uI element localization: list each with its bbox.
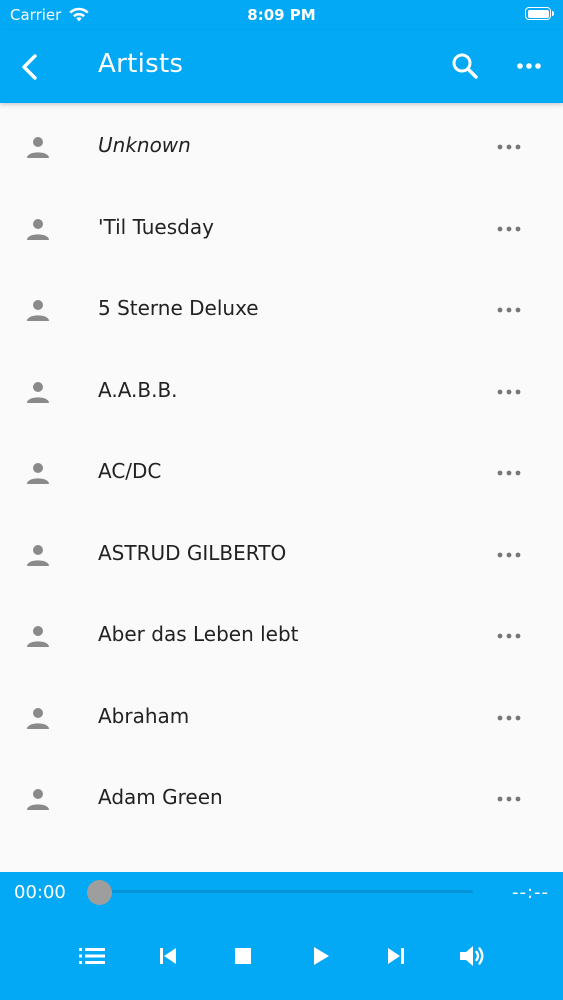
artist-name: ASTRUD GILBERTO: [98, 540, 287, 565]
page-title: Artists: [98, 49, 184, 79]
skip-previous-icon[interactable]: [152, 940, 184, 972]
person-icon: [27, 463, 49, 484]
battery-icon: [525, 7, 554, 20]
artist-row[interactable]: A.A.B.B.: [0, 348, 563, 430]
queue-list-icon[interactable]: [76, 940, 108, 972]
status-bar: Carrier 8:09 PM: [0, 0, 563, 30]
status-time: 8:09 PM: [247, 6, 316, 24]
artist-row[interactable]: Aber das Leben lebt: [0, 592, 563, 674]
current-time: 00:00: [14, 882, 66, 903]
artist-row[interactable]: Abraham: [0, 674, 563, 756]
seek-thumb[interactable]: [86, 880, 112, 905]
row-more-icon[interactable]: [494, 217, 524, 241]
artist-row[interactable]: 'Til Tuesday: [0, 185, 563, 267]
person-icon: [27, 707, 49, 729]
artist-list: Unknown 'Til Tuesday 5 Sterne Deluxe A.A…: [0, 103, 563, 837]
artist-name: Adam Green: [98, 785, 223, 809]
row-more-icon[interactable]: [494, 706, 524, 730]
artist-name: 'Til Tuesday: [98, 214, 214, 239]
duration: --:--: [511, 882, 549, 903]
person-icon: [27, 381, 49, 403]
more-options-icon[interactable]: [512, 49, 546, 83]
skip-next-icon[interactable]: [380, 940, 412, 972]
artist-row[interactable]: ASTRUD GILBERTO: [0, 511, 563, 593]
artist-name: AC/DC: [98, 459, 162, 483]
person-icon: [27, 137, 49, 158]
search-icon[interactable]: [448, 49, 482, 83]
person-icon: [27, 544, 49, 566]
row-more-icon[interactable]: [494, 298, 524, 322]
artist-name: Unknown: [98, 133, 191, 157]
artist-name: 5 Sterne Deluxe: [98, 296, 259, 320]
artist-name: Aber das Leben lebt: [98, 622, 299, 646]
artist-row[interactable]: Adam Green: [0, 755, 563, 837]
row-more-icon[interactable]: [494, 380, 524, 404]
artist-name: Abraham: [98, 703, 190, 728]
play-icon[interactable]: [304, 940, 336, 972]
row-more-icon[interactable]: [494, 543, 524, 567]
person-icon: [27, 300, 49, 321]
volume-icon[interactable]: [456, 940, 488, 972]
back-chevron-icon[interactable]: [14, 50, 48, 84]
seek-track[interactable]: [99, 890, 473, 893]
row-more-icon[interactable]: [494, 135, 524, 159]
person-icon: [27, 626, 49, 647]
row-more-icon[interactable]: [494, 624, 524, 648]
artist-row[interactable]: Unknown: [0, 103, 563, 185]
artist-row[interactable]: AC/DC: [0, 429, 563, 511]
artist-row[interactable]: 5 Sterne Deluxe: [0, 266, 563, 348]
app-bar: Artists: [0, 30, 563, 103]
person-icon: [27, 789, 49, 810]
row-more-icon[interactable]: [494, 461, 524, 485]
stop-icon[interactable]: [227, 940, 259, 972]
artist-name: A.A.B.B.: [98, 377, 178, 402]
person-icon: [27, 218, 49, 240]
player-bar: 00:00 --:--: [0, 872, 563, 1000]
row-more-icon[interactable]: [494, 787, 524, 811]
